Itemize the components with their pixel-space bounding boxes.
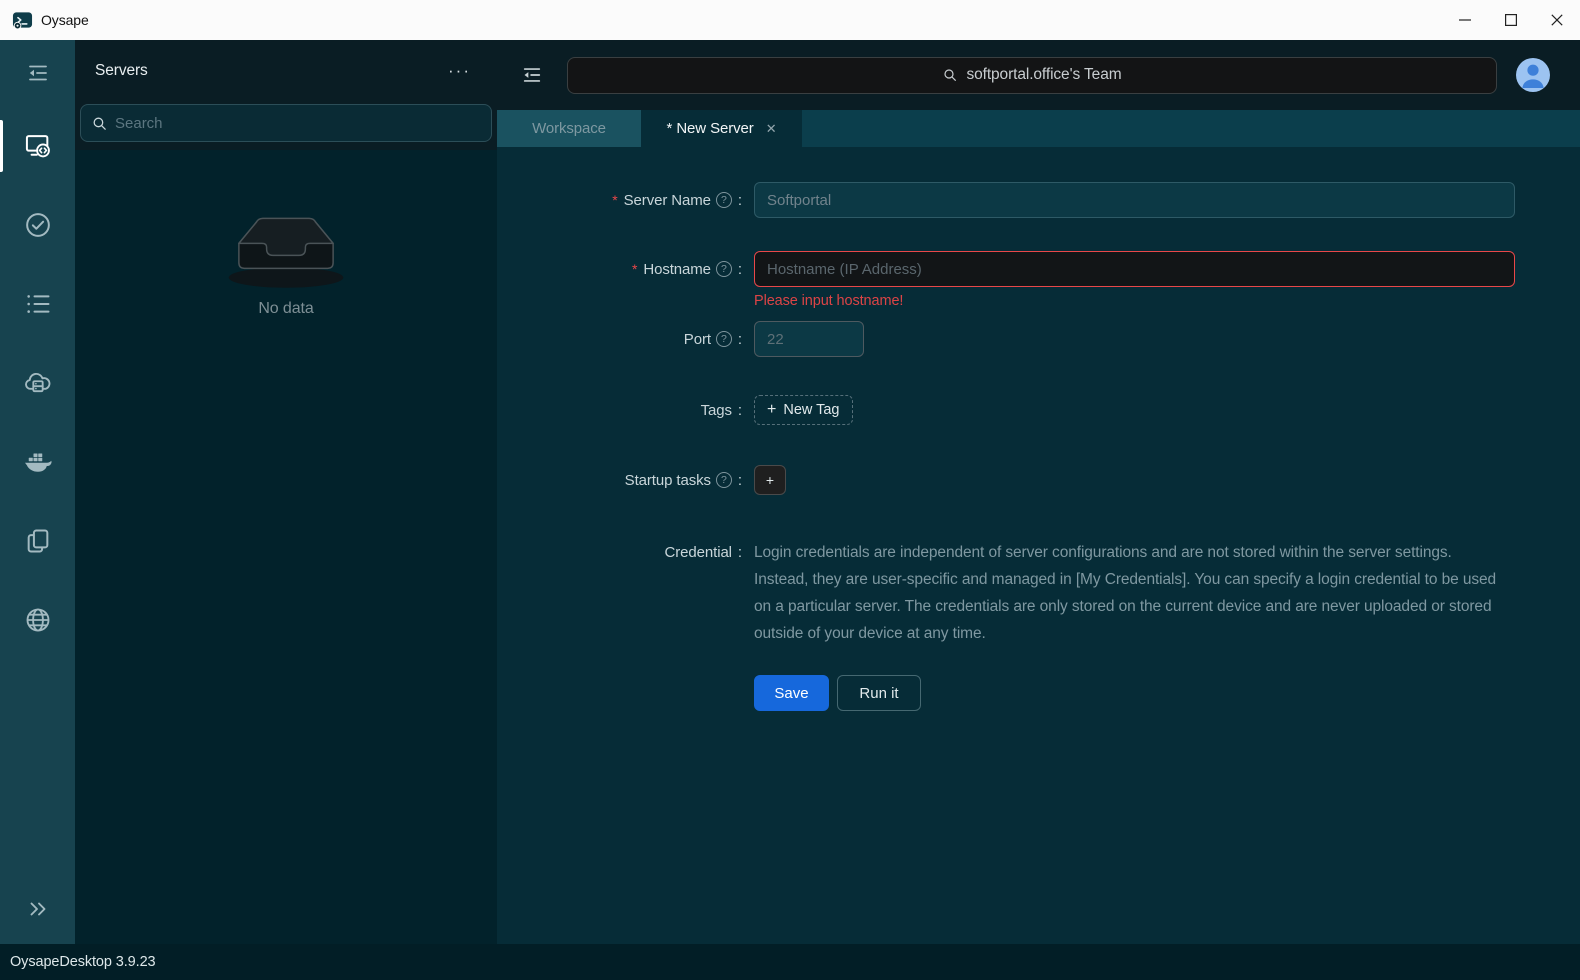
files-copy-icon xyxy=(24,527,52,555)
plus-icon: + xyxy=(767,401,777,418)
save-button[interactable]: Save xyxy=(754,675,829,711)
colon: : xyxy=(737,330,742,348)
server-name-row: * Server Name ? : xyxy=(497,182,1580,218)
server-name-input[interactable] xyxy=(754,182,1515,218)
empty-box-icon xyxy=(201,200,371,296)
docker-whale-icon xyxy=(23,447,53,477)
tab-label: Workspace xyxy=(532,120,606,137)
question-circle-icon[interactable]: ? xyxy=(715,192,732,208)
sidebar-item-files[interactable] xyxy=(0,501,75,580)
globe-icon xyxy=(24,606,52,634)
sidebar-item-servers[interactable] xyxy=(0,106,75,185)
credential-label: Credential xyxy=(664,544,732,561)
sidebar-item-globe[interactable] xyxy=(0,580,75,659)
tab-new-server[interactable]: * New Server ✕ xyxy=(641,110,802,147)
sidebar-item-docker[interactable] xyxy=(0,422,75,501)
new-tag-button[interactable]: + New Tag xyxy=(754,395,853,425)
sidebar-item-tasks[interactable] xyxy=(0,185,75,264)
colon: : xyxy=(737,401,742,419)
hostname-label: Hostname xyxy=(643,260,711,278)
credential-row: Credential : Login credentials are indep… xyxy=(497,539,1580,647)
empty-text: No data xyxy=(258,300,314,317)
port-input[interactable] xyxy=(754,321,864,357)
sidebar-expand-button[interactable] xyxy=(0,874,75,944)
app-logo-icon xyxy=(12,10,33,31)
required-mark: * xyxy=(631,261,638,277)
credential-description: Login credentials are independent of ser… xyxy=(754,544,1497,642)
search-icon xyxy=(91,115,108,132)
servers-search-box[interactable] xyxy=(80,104,492,142)
question-circle-icon[interactable]: ? xyxy=(715,331,732,347)
unordered-list-icon xyxy=(24,290,52,318)
servers-panel: Servers ··· No data xyxy=(75,40,497,944)
tab-label: * New Server xyxy=(666,120,754,137)
close-button[interactable] xyxy=(1534,0,1580,40)
new-tag-label: New Tag xyxy=(783,402,840,418)
servers-panel-body: No data xyxy=(75,150,497,944)
double-chevron-right-icon xyxy=(26,897,50,921)
status-bar: OysapeDesktop 3.9.23 xyxy=(0,944,1580,980)
colon: : xyxy=(737,191,742,209)
sidebar xyxy=(0,40,75,944)
servers-panel-title: Servers xyxy=(95,62,148,79)
hostname-block: * Hostname ? : Please input hostname! xyxy=(497,251,1580,313)
hostname-error: Please input hostname! xyxy=(754,293,904,309)
required-mark: * xyxy=(612,192,618,208)
app-shell: Servers ··· No data xyxy=(0,40,1580,944)
sidebar-item-cloud[interactable] xyxy=(0,343,75,422)
startup-tasks-label: Startup tasks xyxy=(624,471,711,489)
colon: : xyxy=(737,544,742,561)
menu-fold-icon xyxy=(26,61,50,85)
active-indicator xyxy=(0,120,3,172)
question-circle-icon[interactable]: ? xyxy=(715,472,732,488)
tags-label: Tags xyxy=(700,401,732,419)
new-server-form: * Server Name ? : * Hostname ? : xyxy=(497,147,1580,944)
app-title: Oysape xyxy=(41,12,89,28)
form-buttons: Save Run it xyxy=(754,675,1580,711)
version-text: OysapeDesktop 3.9.23 xyxy=(10,954,156,970)
minimize-button[interactable] xyxy=(1442,0,1488,40)
servers-panel-header: Servers ··· xyxy=(75,40,497,150)
tab-workspace[interactable]: Workspace xyxy=(497,110,641,147)
sidebar-collapse-button[interactable] xyxy=(0,40,75,106)
startup-tasks-row: Startup tasks ? : + xyxy=(497,465,1580,495)
hostname-input[interactable] xyxy=(754,251,1515,287)
colon: : xyxy=(737,260,742,278)
servers-search-input[interactable] xyxy=(115,114,481,132)
server-name-label: Server Name xyxy=(623,191,711,209)
team-search-text: softportal.office's Team xyxy=(966,66,1122,83)
more-actions-button[interactable]: ··· xyxy=(448,62,471,79)
titlebar: Oysape xyxy=(0,0,1580,40)
colon: : xyxy=(737,471,742,489)
port-label: Port xyxy=(683,330,711,348)
tags-row: Tags : + New Tag xyxy=(497,395,1580,425)
hostname-row: * Hostname ? : xyxy=(497,251,1580,287)
remote-server-icon xyxy=(24,132,52,160)
panel-fold-button[interactable] xyxy=(497,64,567,86)
team-search-bar[interactable]: softportal.office's Team xyxy=(567,56,1497,94)
cloud-server-icon xyxy=(24,369,52,397)
tab-bar: Workspace * New Server ✕ xyxy=(497,110,1580,147)
main-header: softportal.office's Team xyxy=(497,40,1580,110)
check-circle-icon xyxy=(24,211,52,239)
run-it-button[interactable]: Run it xyxy=(837,675,921,711)
main-area: softportal.office's Team Workspace * New… xyxy=(497,40,1580,944)
add-startup-task-button[interactable]: + xyxy=(754,465,786,495)
search-icon xyxy=(942,67,958,83)
user-avatar[interactable] xyxy=(1516,58,1550,92)
sidebar-item-list[interactable] xyxy=(0,264,75,343)
port-row: Port ? : xyxy=(497,321,1580,357)
tab-close-icon[interactable]: ✕ xyxy=(766,121,777,137)
question-circle-icon[interactable]: ? xyxy=(715,261,732,277)
maximize-button[interactable] xyxy=(1488,0,1534,40)
